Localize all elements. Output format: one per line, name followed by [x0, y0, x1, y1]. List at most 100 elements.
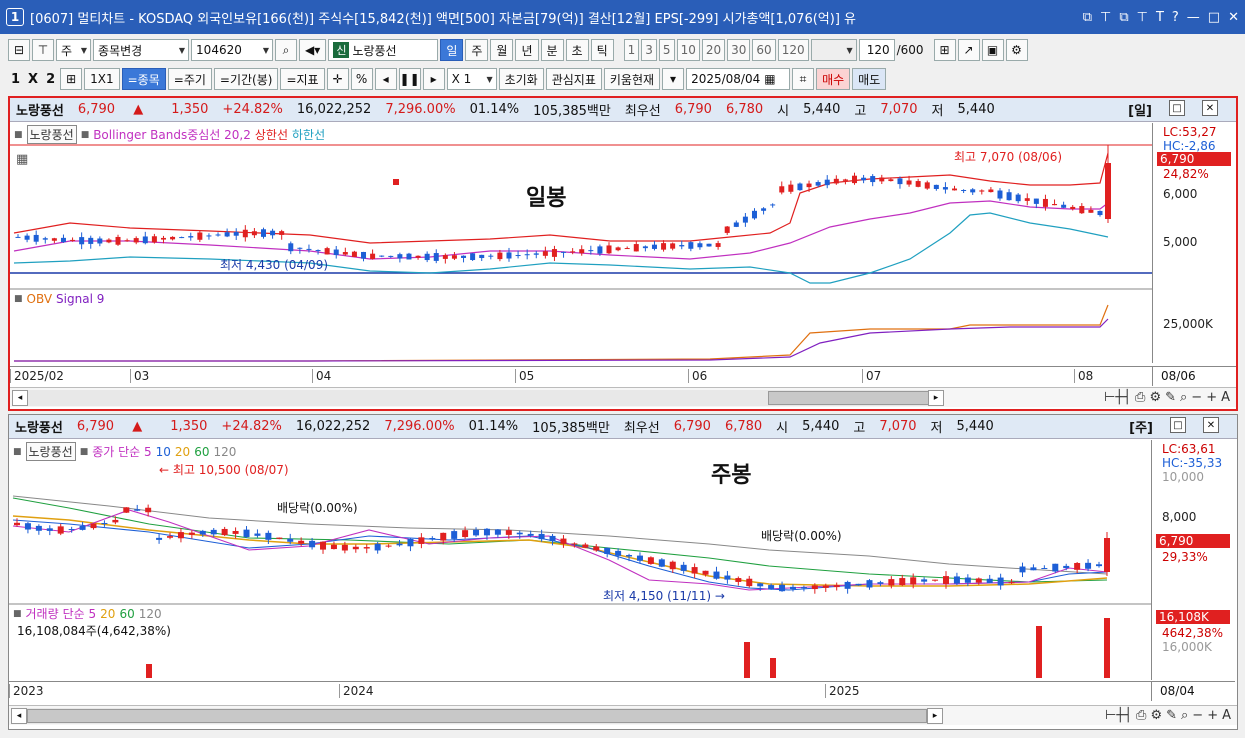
pin-tool-icon[interactable]: ⊤: [32, 39, 54, 61]
interval-select[interactable]: [810, 39, 857, 61]
layout-label-1[interactable]: 1: [8, 72, 23, 87]
scroll-left-icon[interactable]: ◂: [11, 707, 27, 724]
sync-period-button[interactable]: =주기: [167, 68, 212, 90]
scroll-thumb[interactable]: [27, 708, 927, 723]
period-week[interactable]: 주: [465, 39, 489, 61]
scroll-thumb[interactable]: [768, 390, 938, 405]
pin-icon[interactable]: ⊤: [1100, 10, 1111, 25]
panel-close-icon[interactable]: ✕: [1202, 100, 1218, 116]
settings-gear-icon[interactable]: ⚙: [1005, 39, 1028, 61]
legend-bb[interactable]: Bollinger Bands중심선 20,2: [93, 126, 251, 143]
draw-tool-icon[interactable]: ↗: [957, 39, 980, 61]
daily-scrollbar[interactable]: ◂ ▸ ⊢┼┤ ⎙ ⚙ ✎ ⌕ − + A: [10, 387, 1236, 407]
print-icon[interactable]: ⎙: [1135, 390, 1145, 405]
zoom-in-icon[interactable]: +: [1207, 708, 1218, 723]
panel-close-icon[interactable]: ✕: [1203, 417, 1219, 433]
period-minute[interactable]: 분: [540, 39, 564, 61]
legend-ma5[interactable]: 종가 단순 5: [92, 443, 151, 460]
reset-button[interactable]: 초기화: [498, 68, 544, 90]
legend-stock-chip[interactable]: 노랑풍선: [25, 442, 76, 461]
copy-icon[interactable]: ⧉: [1119, 10, 1128, 25]
search-icon[interactable]: ⌕: [1180, 390, 1187, 405]
sound-icon[interactable]: ◀▾: [299, 39, 327, 61]
percent-button[interactable]: %: [350, 68, 373, 90]
filter-icon[interactable]: ⌗: [792, 68, 815, 90]
period-second[interactable]: 초: [565, 39, 589, 61]
pause-icon[interactable]: ❚❚: [398, 68, 421, 90]
mode-select[interactable]: 주: [56, 39, 92, 61]
scroll-right-icon[interactable]: ▸: [927, 707, 943, 724]
link-icon[interactable]: ⧉: [1083, 10, 1092, 25]
zoom-out-icon[interactable]: −: [1192, 708, 1203, 723]
buy-button[interactable]: 매수: [816, 68, 851, 90]
legend-volume[interactable]: 거래량: [26, 605, 59, 622]
legend-ma20[interactable]: 20: [175, 445, 190, 459]
num-5[interactable]: 5: [658, 39, 675, 61]
auto-icon[interactable]: A: [1221, 390, 1230, 405]
layout-label-2[interactable]: 2: [43, 72, 58, 87]
legend-signal[interactable]: Signal 9: [56, 292, 104, 306]
draw-icon[interactable]: ✎: [1166, 708, 1177, 723]
auto-icon[interactable]: A: [1222, 708, 1231, 723]
num-60[interactable]: 60: [752, 39, 776, 61]
legend-vol-ma60[interactable]: 60: [119, 607, 134, 621]
num-30[interactable]: 30: [727, 39, 751, 61]
legend-upper[interactable]: 상한선: [255, 126, 288, 143]
multiplier-select[interactable]: X 1: [446, 68, 497, 90]
num-10[interactable]: 10: [676, 39, 700, 61]
num-3[interactable]: 3: [641, 39, 657, 61]
watch-indicator-button[interactable]: 관심지표: [545, 68, 602, 90]
sell-button[interactable]: 매도: [852, 68, 887, 90]
legend-lower[interactable]: 하한선: [292, 126, 325, 143]
top-icon[interactable]: ⊤: [1137, 10, 1148, 25]
zoom-out-icon[interactable]: −: [1191, 390, 1202, 405]
zoom-slider-icon[interactable]: ⊢┼┤: [1105, 708, 1132, 723]
period-year[interactable]: 년: [515, 39, 539, 61]
count-input[interactable]: 120: [858, 39, 895, 61]
period-month[interactable]: 월: [490, 39, 514, 61]
kiwoom-current-select[interactable]: 키움현재: [603, 68, 661, 90]
period-tick[interactable]: 틱: [590, 39, 614, 61]
minimize-button[interactable]: —: [1187, 10, 1200, 25]
print-icon[interactable]: ⎙: [1136, 708, 1146, 723]
num-1[interactable]: 1: [623, 39, 640, 61]
scroll-right-icon[interactable]: ▸: [928, 389, 944, 406]
gear-icon[interactable]: ⚙: [1149, 390, 1161, 405]
crosshair-icon[interactable]: ✛: [326, 68, 349, 90]
period-label[interactable]: [일]: [1128, 100, 1152, 119]
add-indicator-icon[interactable]: ⊞: [933, 39, 956, 61]
dropdown-icon[interactable]: ▾: [662, 68, 685, 90]
legend-ma120[interactable]: 120: [213, 445, 236, 459]
num-120[interactable]: 120: [777, 39, 809, 61]
sync-indicator-button[interactable]: =지표: [280, 68, 325, 90]
legend-vol-ma5[interactable]: 단순 5: [63, 605, 97, 622]
stock-name-field[interactable]: 신 노랑풍선: [328, 39, 439, 61]
layout-1x1-button[interactable]: 1X1: [84, 68, 120, 90]
period-label[interactable]: [주]: [1129, 417, 1153, 436]
maximize-button[interactable]: □: [1208, 10, 1220, 25]
num-20[interactable]: 20: [701, 39, 726, 61]
sync-range-button[interactable]: =기간(봉): [213, 68, 279, 90]
legend-stock-chip[interactable]: 노랑풍선: [26, 125, 77, 144]
gear-icon[interactable]: ⚙: [1150, 708, 1162, 723]
zoom-in-icon[interactable]: +: [1206, 390, 1217, 405]
restore-icon[interactable]: □: [1169, 100, 1185, 116]
table-icon[interactable]: ▦: [16, 152, 28, 167]
draw-icon[interactable]: ✎: [1165, 390, 1176, 405]
restore-icon[interactable]: □: [1170, 417, 1186, 433]
legend-ma60[interactable]: 60: [194, 445, 209, 459]
help-icon[interactable]: ?: [1172, 10, 1179, 25]
period-day[interactable]: 일: [440, 39, 464, 61]
close-button[interactable]: ✕: [1228, 10, 1239, 25]
prev-arrow-icon[interactable]: ◂: [374, 68, 397, 90]
weekly-scrollbar[interactable]: ◂ ▸ ⊢┼┤ ⎙ ⚙ ✎ ⌕ − + A: [9, 705, 1237, 725]
search-icon[interactable]: ⌕: [1181, 708, 1188, 723]
save-icon[interactable]: ▣: [981, 39, 1004, 61]
grid-layout-icon[interactable]: ⊞: [60, 68, 83, 90]
legend-obv[interactable]: OBV: [27, 292, 53, 306]
date-input[interactable]: 2025/08/04 ▦: [686, 68, 791, 90]
sync-stock-button[interactable]: =종목: [121, 68, 166, 90]
legend-vol-ma20[interactable]: 20: [100, 607, 115, 621]
scroll-left-icon[interactable]: ◂: [12, 389, 28, 406]
zoom-slider-icon[interactable]: ⊢┼┤: [1104, 390, 1131, 405]
